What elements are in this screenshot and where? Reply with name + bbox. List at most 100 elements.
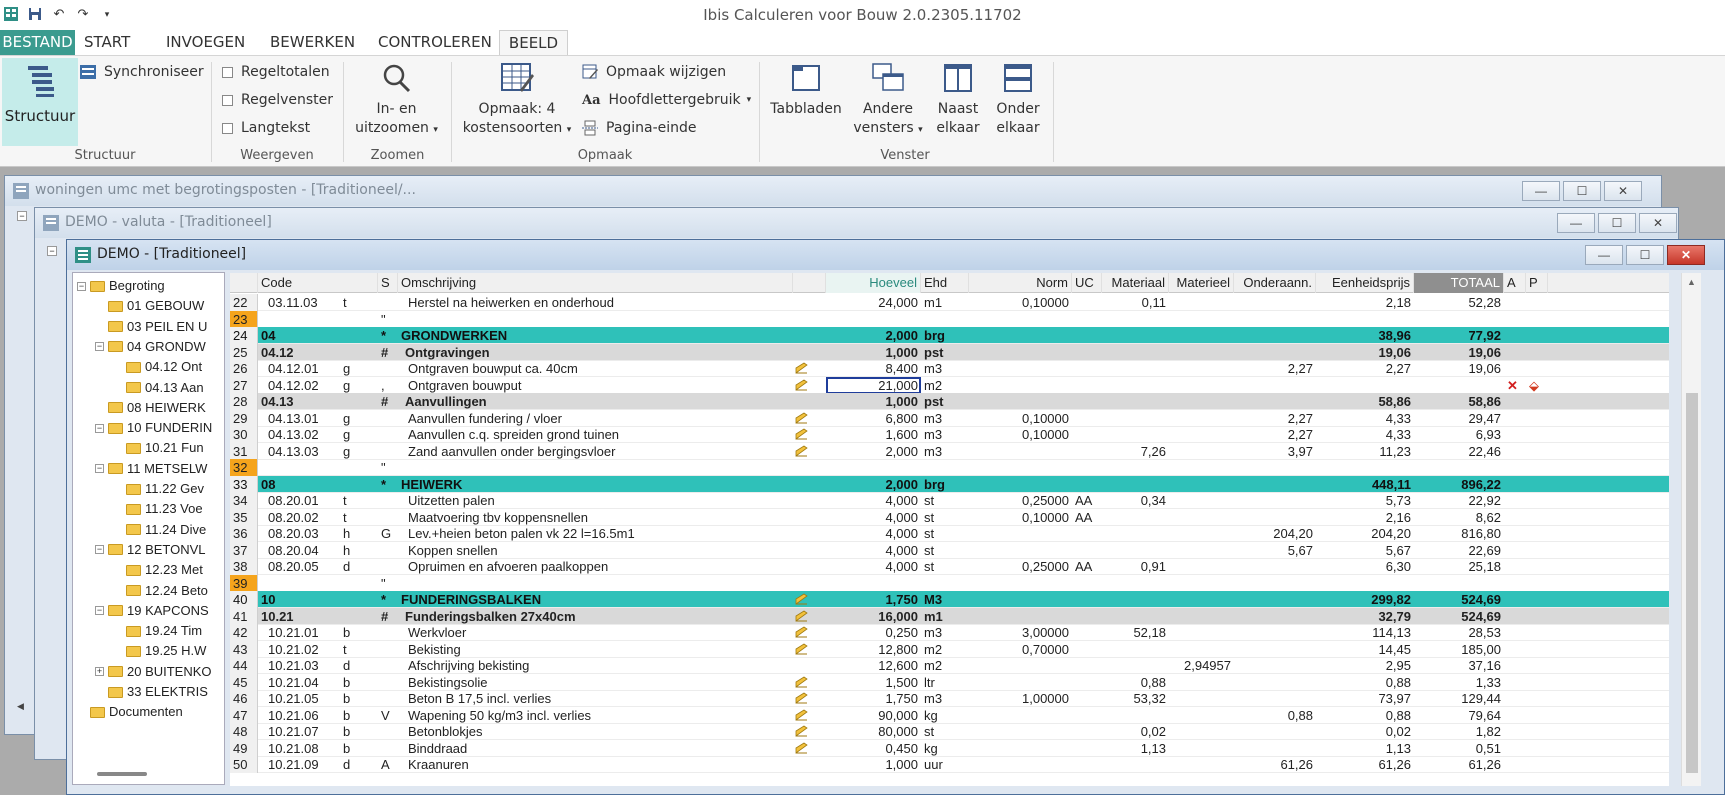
cell-q[interactable]: 80,000: [826, 723, 921, 740]
table-row[interactable]: 38 08.20.05 d Opruimen en afvoeren paalkopp…: [230, 558, 1669, 575]
regelvenster-checkbox[interactable]: Regelvenster: [222, 92, 333, 108]
cell-desc[interactable]: Kraanuren: [398, 756, 793, 773]
cell-tot[interactable]: [1414, 311, 1504, 328]
cell-tot[interactable]: 8,62: [1414, 509, 1504, 526]
cell-ond[interactable]: [1234, 674, 1316, 691]
column-header[interactable]: [230, 273, 258, 293]
cell-norm[interactable]: 0,10000: [969, 509, 1072, 526]
cell-tot[interactable]: [1414, 377, 1504, 394]
cell-ond[interactable]: [1234, 657, 1316, 674]
cell-desc[interactable]: Binddraad: [398, 740, 793, 757]
cell-uc[interactable]: AA: [1072, 492, 1102, 509]
cell-norm[interactable]: 1,00000: [969, 690, 1072, 707]
cell-uc[interactable]: [1072, 459, 1102, 476]
naast-elkaar-button[interactable]: Naast elkaar: [928, 62, 988, 138]
cell-uc[interactable]: [1072, 608, 1102, 625]
cell-s[interactable]: [378, 294, 398, 311]
cell-q[interactable]: 1,600: [826, 426, 921, 443]
cell-tot[interactable]: 79,64: [1414, 707, 1504, 724]
cell-desc[interactable]: [398, 311, 793, 328]
tree-item[interactable]: Documenten: [77, 702, 183, 722]
cell-q[interactable]: 21,000: [826, 376, 921, 394]
cell-code[interactable]: 04.13: [258, 393, 340, 410]
cell-tot[interactable]: 1,33: [1414, 674, 1504, 691]
cell-s[interactable]: ": [378, 311, 398, 328]
tree-item[interactable]: 04.12 Ont: [113, 357, 202, 377]
cell-code[interactable]: 10.21.01: [258, 624, 340, 641]
table-row[interactable]: 50 10.21.09 d A Kraanuren 1,000 uur 61,26 61,26 6…: [230, 756, 1669, 773]
tree-item[interactable]: 11.23 Voe: [113, 499, 203, 519]
cell-eh[interactable]: 2,16: [1316, 509, 1414, 526]
cell-t[interactable]: b: [340, 723, 360, 740]
cell-desc[interactable]: Werkvloer: [398, 624, 793, 641]
cell-code[interactable]: 08.20.03: [258, 525, 340, 542]
cell-q[interactable]: 4,000: [826, 525, 921, 542]
cell-mat[interactable]: [1102, 476, 1169, 493]
cell-norm[interactable]: 0,10000: [969, 294, 1072, 311]
note-pencil-icon[interactable]: [795, 593, 808, 605]
tree-item[interactable]: 01 GEBOUW: [95, 296, 204, 316]
minimize-button[interactable]: —: [1557, 213, 1595, 233]
cell-ehd[interactable]: ltr: [921, 674, 969, 691]
cell-eh[interactable]: 19,06: [1316, 344, 1414, 361]
cell-q[interactable]: 0,250: [826, 624, 921, 641]
cell-tot[interactable]: 77,92: [1414, 327, 1504, 344]
tree-item[interactable]: 04.13 Aan: [113, 378, 204, 398]
cell-t[interactable]: d: [340, 558, 360, 575]
cell-q[interactable]: 4,000: [826, 558, 921, 575]
table-row[interactable]: 37 08.20.04 h Koppen snellen 4,000 st 5,67 5,67…: [230, 541, 1669, 559]
column-header[interactable]: UC: [1072, 273, 1102, 293]
tree-item[interactable]: 33 ELEKTRIS: [95, 682, 208, 702]
cell-desc[interactable]: Beton B 17,5 incl. verlies: [398, 690, 793, 707]
cell-eh[interactable]: 114,13: [1316, 624, 1414, 641]
column-header[interactable]: Materiaal: [1102, 273, 1169, 293]
cell-code[interactable]: 10.21.09: [258, 756, 340, 773]
cell-tot[interactable]: 52,28: [1414, 294, 1504, 311]
cell-eh[interactable]: [1316, 377, 1414, 394]
grid-scrollbar[interactable]: ▲: [1681, 273, 1701, 786]
cell-uc[interactable]: [1072, 723, 1102, 740]
cell-q[interactable]: [826, 575, 921, 592]
cell-uc[interactable]: [1072, 575, 1102, 592]
cell-eh[interactable]: 448,11: [1316, 476, 1414, 493]
cell-desc[interactable]: Afschrijving bekisting: [398, 657, 793, 674]
onder-elkaar-button[interactable]: Onder elkaar: [988, 62, 1048, 138]
cell-mat[interactable]: [1102, 344, 1169, 361]
cell-desc[interactable]: Wapening 50 kg/m3 incl. verlies: [398, 707, 793, 724]
cell-mtl[interactable]: 2,94957: [1169, 657, 1234, 674]
cell-s[interactable]: [378, 492, 398, 509]
cell-ond[interactable]: [1234, 327, 1316, 344]
cell-t[interactable]: b: [340, 624, 360, 641]
zoom-button[interactable]: In- en uitzoomen ▾: [354, 62, 439, 140]
cell-uc[interactable]: [1072, 393, 1102, 410]
cell-code[interactable]: 04.13.01: [258, 410, 340, 427]
cell-ehd[interactable]: m2: [921, 657, 969, 674]
cell-mat[interactable]: [1102, 327, 1169, 344]
cell-uc[interactable]: [1072, 360, 1102, 377]
cell-uc[interactable]: [1072, 294, 1102, 311]
cell-ond[interactable]: [1234, 393, 1316, 410]
cell-tot[interactable]: [1414, 575, 1504, 592]
cell-uc[interactable]: [1072, 740, 1102, 757]
cell-mat[interactable]: 0,02: [1102, 723, 1169, 740]
cell-norm[interactable]: 0,70000: [969, 641, 1072, 658]
close-button[interactable]: ✕: [1604, 181, 1642, 201]
cell-mat[interactable]: [1102, 591, 1169, 608]
cell-norm[interactable]: [969, 575, 1072, 592]
cell-norm[interactable]: [969, 608, 1072, 625]
cell-q[interactable]: 1,000: [826, 344, 921, 361]
cell-uc[interactable]: [1072, 756, 1102, 773]
cell-q[interactable]: 4,000: [826, 492, 921, 509]
cell-t[interactable]: g: [340, 410, 360, 427]
cell-norm[interactable]: [969, 591, 1072, 608]
tab-bestand[interactable]: BESTAND: [0, 30, 75, 55]
cell-mat[interactable]: 0,91: [1102, 558, 1169, 575]
note-pencil-icon[interactable]: [795, 709, 808, 721]
cell-q[interactable]: 1,500: [826, 674, 921, 691]
cell-code[interactable]: 03.11.03: [258, 294, 340, 311]
tree-item[interactable]: 19.25 H.W: [113, 641, 206, 661]
cell-q[interactable]: 4,000: [826, 542, 921, 559]
tree-item[interactable]: +20 BUITENKO: [95, 662, 212, 682]
cell-t[interactable]: g: [340, 443, 360, 460]
cell-norm[interactable]: [969, 360, 1072, 377]
